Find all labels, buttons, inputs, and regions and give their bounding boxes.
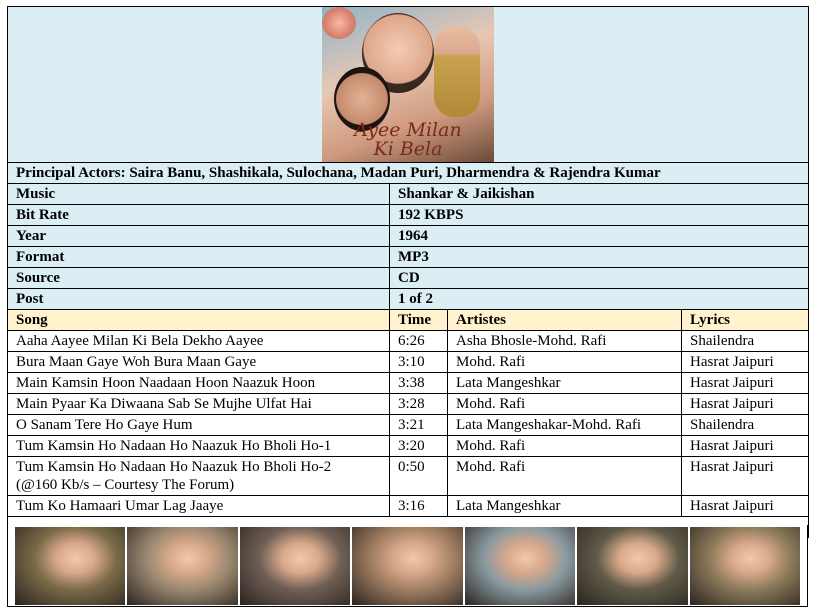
song-lyrics: Hasrat Jaipuri [681, 495, 809, 517]
poster-figure [434, 27, 480, 117]
song-title-line: Main Pyaar Ka Diwaana Sab Se Mujhe Ulfat… [16, 396, 312, 412]
song-time: 6:26 [389, 330, 448, 352]
song-row: Main Kamsin Hoon Naadaan Hoon Naazuk Hoo… [7, 372, 809, 394]
song-title-line: O Sanam Tere Ho Gaye Hum [16, 417, 193, 433]
header-lyrics: Lyrics [681, 309, 809, 331]
song-title-line: Bura Maan Gaye Woh Bura Maan Gaye [16, 354, 257, 370]
song-row: O Sanam Tere Ho Gaye Hum 3:21 Lata Mangesh… [7, 414, 809, 436]
info-label: Music [7, 183, 390, 205]
song-artistes: Mohd. Rafi [447, 456, 682, 496]
info-value: MP3 [389, 246, 809, 268]
film-still [689, 527, 800, 605]
info-row: Source CD [7, 267, 809, 289]
song-artistes: Mohd. Rafi [447, 435, 682, 457]
song-time: 3:28 [389, 393, 448, 415]
info-label: Year [7, 225, 390, 247]
film-stills-strip [7, 525, 808, 607]
info-value: 192 KBPS [389, 204, 809, 226]
song-time: 3:16 [389, 495, 448, 517]
song-time: 3:10 [389, 351, 448, 373]
song-row: Tum Ko Hamaari Umar Lag Jaaye 3:16 Lata Ma… [7, 495, 809, 517]
song-row: Aaha Aayee Milan Ki Bela Dekho Aayee 6:26… [7, 330, 809, 352]
song-title: Tum Kamsin Ho Nadaan Ho Naazuk Ho Bholi … [7, 435, 390, 457]
song-title-line: Tum Ko Hamaari Umar Lag Jaaye [16, 498, 224, 514]
info-label: Source [7, 267, 390, 289]
info-value: 1964 [389, 225, 809, 247]
poster-cell: Ayee Milan Ki Bela [7, 6, 809, 163]
song-title: Tum Kamsin Ho Nadaan Ho Naazuk Ho Bholi … [7, 456, 390, 496]
song-lyrics: Hasrat Jaipuri [681, 351, 809, 373]
info-value: Shankar & Jaikishan [389, 183, 809, 205]
film-still [239, 527, 351, 605]
film-still [577, 527, 688, 605]
song-time: 0:50 [389, 456, 448, 496]
header-time: Time [389, 309, 448, 331]
info-label: Format [7, 246, 390, 268]
song-title: Tum Ko Hamaari Umar Lag Jaaye [7, 495, 390, 517]
info-row: Format MP3 [7, 246, 809, 268]
song-title: Bura Maan Gaye Woh Bura Maan Gaye [7, 351, 390, 373]
film-still [464, 527, 576, 605]
album-table: Ayee Milan Ki Bela Principal Actors: Sai… [7, 6, 809, 538]
song-row: Tum Kamsin Ho Nadaan Ho Naazuk Ho Bholi … [7, 435, 809, 457]
rose-graphic [322, 7, 356, 39]
song-lyrics: Hasrat Jaipuri [681, 372, 809, 394]
info-row: Music Shankar & Jaikishan [7, 183, 809, 205]
song-title-line: (@160 Kb/s – Courtesy The Forum) [16, 477, 235, 493]
song-title: Main Pyaar Ka Diwaana Sab Se Mujhe Ulfat… [7, 393, 390, 415]
song-artistes: Lata Mangeshakar-Mohd. Rafi [447, 414, 682, 436]
info-sheet: Ayee Milan Ki Bela Principal Actors: Sai… [7, 6, 809, 538]
song-time: 3:38 [389, 372, 448, 394]
song-row: Tum Kamsin Ho Nadaan Ho Naazuk Ho Bholi … [7, 456, 809, 496]
film-still [352, 527, 463, 605]
song-title-line: Main Kamsin Hoon Naadaan Hoon Naazuk Hoo… [16, 375, 316, 391]
song-lyrics: Hasrat Jaipuri [681, 435, 809, 457]
song-header-row: Song Time Artistes Lyrics [7, 309, 809, 331]
info-row: Post 1 of 2 [7, 288, 809, 310]
song-title-line: Aaha Aayee Milan Ki Bela Dekho Aayee [16, 333, 264, 349]
song-artistes: Mohd. Rafi [447, 351, 682, 373]
song-row: Main Pyaar Ka Diwaana Sab Se Mujhe Ulfat… [7, 393, 809, 415]
info-row: Bit Rate 192 KBPS [7, 204, 809, 226]
song-time: 3:21 [389, 414, 448, 436]
song-title: Main Kamsin Hoon Naadaan Hoon Naazuk Hoo… [7, 372, 390, 394]
song-title: Aaha Aayee Milan Ki Bela Dekho Aayee [7, 330, 390, 352]
song-artistes: Asha Bhosle-Mohd. Rafi [447, 330, 682, 352]
poster-title: Ayee Milan Ki Bela [322, 121, 494, 159]
info-label: Post [7, 288, 390, 310]
song-title: O Sanam Tere Ho Gaye Hum [7, 414, 390, 436]
info-label: Bit Rate [7, 204, 390, 226]
song-artistes: Lata Mangeshkar [447, 372, 682, 394]
song-lyrics: Hasrat Jaipuri [681, 393, 809, 415]
song-time: 3:20 [389, 435, 448, 457]
info-value: CD [389, 267, 809, 289]
info-row: Year 1964 [7, 225, 809, 247]
song-artistes: Lata Mangeshkar [447, 495, 682, 517]
song-lyrics: Shailendra [681, 330, 809, 352]
header-song: Song [7, 309, 390, 331]
song-row: Bura Maan Gaye Woh Bura Maan Gaye 3:10 Moh… [7, 351, 809, 373]
song-title-line: Tum Kamsin Ho Nadaan Ho Naazuk Ho Bholi … [16, 459, 332, 475]
film-still [15, 527, 126, 605]
film-still [127, 527, 238, 605]
song-artistes: Mohd. Rafi [447, 393, 682, 415]
principal-actors: Principal Actors: Saira Banu, Shashikala… [7, 162, 809, 184]
song-title-line: Tum Kamsin Ho Nadaan Ho Naazuk Ho Bholi … [16, 438, 332, 454]
song-lyrics: Shailendra [681, 414, 809, 436]
movie-poster: Ayee Milan Ki Bela [322, 7, 494, 162]
info-value: 1 of 2 [389, 288, 809, 310]
header-artistes: Artistes [447, 309, 682, 331]
poster-title-line: Ki Bela [373, 138, 443, 160]
song-lyrics: Hasrat Jaipuri [681, 456, 809, 496]
